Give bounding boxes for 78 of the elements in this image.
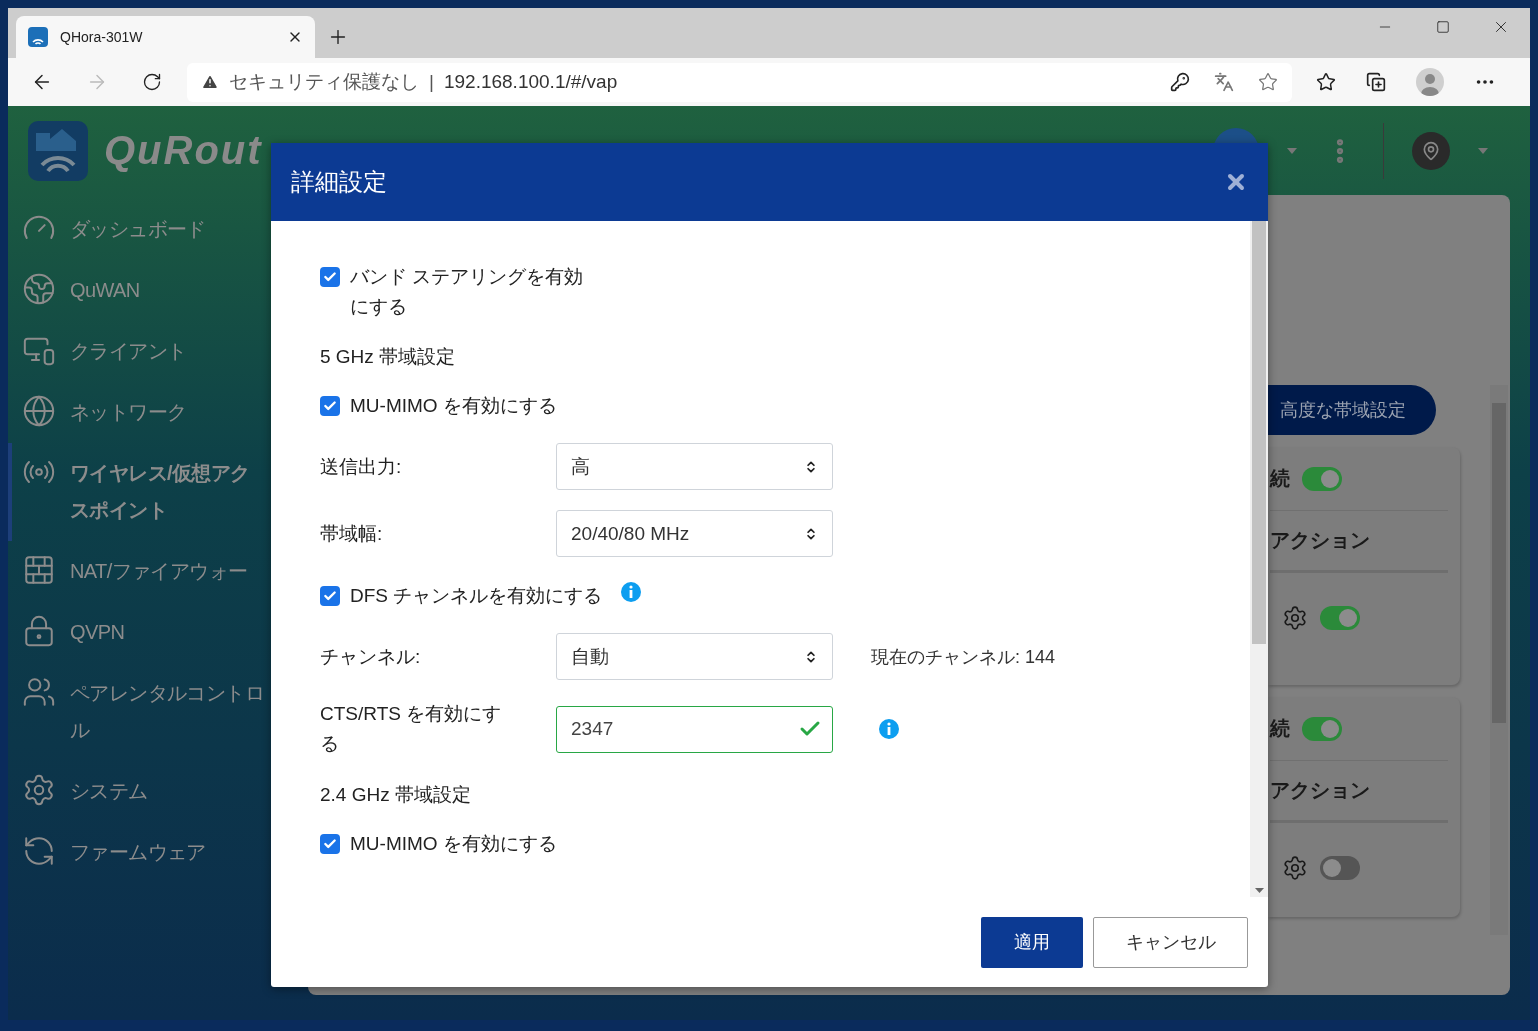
- column-header: アクション: [1270, 778, 1370, 803]
- settings-icon[interactable]: [1282, 605, 1308, 631]
- checkbox[interactable]: [320, 396, 340, 416]
- check-icon: [323, 399, 337, 413]
- sidebar-item[interactable]: クライアント: [8, 321, 308, 382]
- check-icon: [323, 589, 337, 603]
- security-label: セキュリティ保護なし: [229, 70, 419, 94]
- field-label: 送信出力:: [320, 454, 403, 479]
- input-field[interactable]: 2347: [556, 705, 833, 753]
- sidebar-item[interactable]: ペアレンタルコントロ ル: [8, 663, 308, 761]
- translate-icon[interactable]: [1214, 72, 1234, 92]
- sidebar-item[interactable]: ダッシュボード: [8, 199, 308, 260]
- lock-icon: [22, 614, 56, 648]
- settings-icon: [22, 773, 56, 807]
- current-channel-text: 現在のチャンネル: 144: [871, 645, 1056, 669]
- site-icon: [28, 27, 48, 47]
- checkbox[interactable]: [320, 586, 340, 606]
- check-icon: [323, 270, 337, 284]
- field-label: CTS/RTS を有効にする: [320, 702, 503, 756]
- profile-avatar[interactable]: [1416, 68, 1444, 96]
- logo-icon: [28, 120, 88, 181]
- toggle-switch[interactable]: [1320, 606, 1360, 630]
- select-field[interactable]: 20/40/80 MHz: [556, 510, 833, 557]
- sidebar-item[interactable]: NAT/ファイアウォー: [8, 541, 308, 602]
- browser-tab[interactable]: QHora-301W: [16, 16, 315, 58]
- card-header-text: 続: [1270, 466, 1290, 491]
- globe-icon: [22, 394, 56, 428]
- checkbox-label: バンド ステアリングを有効にする: [350, 265, 585, 319]
- select-field[interactable]: 自動: [556, 633, 833, 680]
- card-header-text: 続: [1270, 716, 1290, 741]
- toggle-switch[interactable]: [1320, 856, 1360, 880]
- people-icon: [22, 675, 56, 709]
- checkbox-label: DFS チャンネルを有効にする: [350, 584, 603, 608]
- address-bar[interactable]: セキュリティ保護なし | 192.168.100.1/#/vap: [187, 62, 1292, 102]
- check-icon: [323, 837, 337, 851]
- info-icon[interactable]: [878, 718, 900, 740]
- warning-icon: [201, 73, 219, 91]
- brand-name: QuRout: [104, 128, 263, 173]
- section-heading: 5 GHz 帯域設定: [320, 345, 456, 369]
- info-icon[interactable]: [620, 581, 643, 603]
- key-icon[interactable]: [1170, 72, 1190, 92]
- collections-icon[interactable]: [1366, 72, 1386, 92]
- scrollbar[interactable]: [1490, 385, 1508, 935]
- checkbox-label: MU-MIMO を有効にする: [350, 832, 557, 856]
- checkbox[interactable]: [320, 267, 340, 287]
- section-heading: 2.4 GHz 帯域設定: [320, 783, 471, 807]
- sidebar-item[interactable]: ネットワーク: [8, 382, 308, 443]
- apply-button[interactable]: 適用: [981, 916, 1083, 968]
- sort-arrows-icon: [804, 526, 818, 541]
- sort-arrows-icon: [804, 459, 818, 474]
- location-avatar[interactable]: [1412, 131, 1450, 170]
- url-text: 192.168.100.1/#/vap: [443, 71, 618, 93]
- advanced-band-button[interactable]: 高度な帯域設定: [1268, 385, 1436, 435]
- sidebar-item[interactable]: QVPN: [8, 602, 308, 663]
- refresh-icon: [22, 834, 56, 868]
- toggle-switch[interactable]: [1302, 466, 1342, 491]
- sort-arrows-icon: [804, 649, 818, 664]
- scrollbar[interactable]: [1250, 221, 1268, 897]
- star-icon[interactable]: [1258, 72, 1278, 92]
- settings-icon[interactable]: [1282, 855, 1308, 881]
- toggle-switch[interactable]: [1302, 716, 1342, 741]
- field-label: 帯域幅:: [320, 521, 384, 546]
- scroll-down-icon[interactable]: [1254, 888, 1264, 893]
- separator-text: |: [429, 71, 434, 93]
- globe-pin-icon: [22, 272, 56, 306]
- checkbox[interactable]: [320, 834, 340, 854]
- select-field[interactable]: 高: [556, 443, 833, 490]
- dialog-title: 詳細設定: [291, 167, 387, 197]
- field-label: チャンネル:: [320, 644, 422, 669]
- favorites-icon[interactable]: [1316, 72, 1336, 92]
- brick-wall-icon: [22, 553, 56, 587]
- tab-title: QHora-301W: [60, 29, 144, 45]
- sidebar-item[interactable]: システム: [8, 761, 308, 822]
- sidebar-item[interactable]: QuWAN: [8, 260, 308, 321]
- column-header: アクション: [1270, 528, 1370, 553]
- checkbox-label: MU-MIMO を有効にする: [350, 394, 557, 418]
- sidebar-item[interactable]: ファームウェア: [8, 822, 308, 883]
- cancel-button[interactable]: キャンセル: [1093, 916, 1248, 968]
